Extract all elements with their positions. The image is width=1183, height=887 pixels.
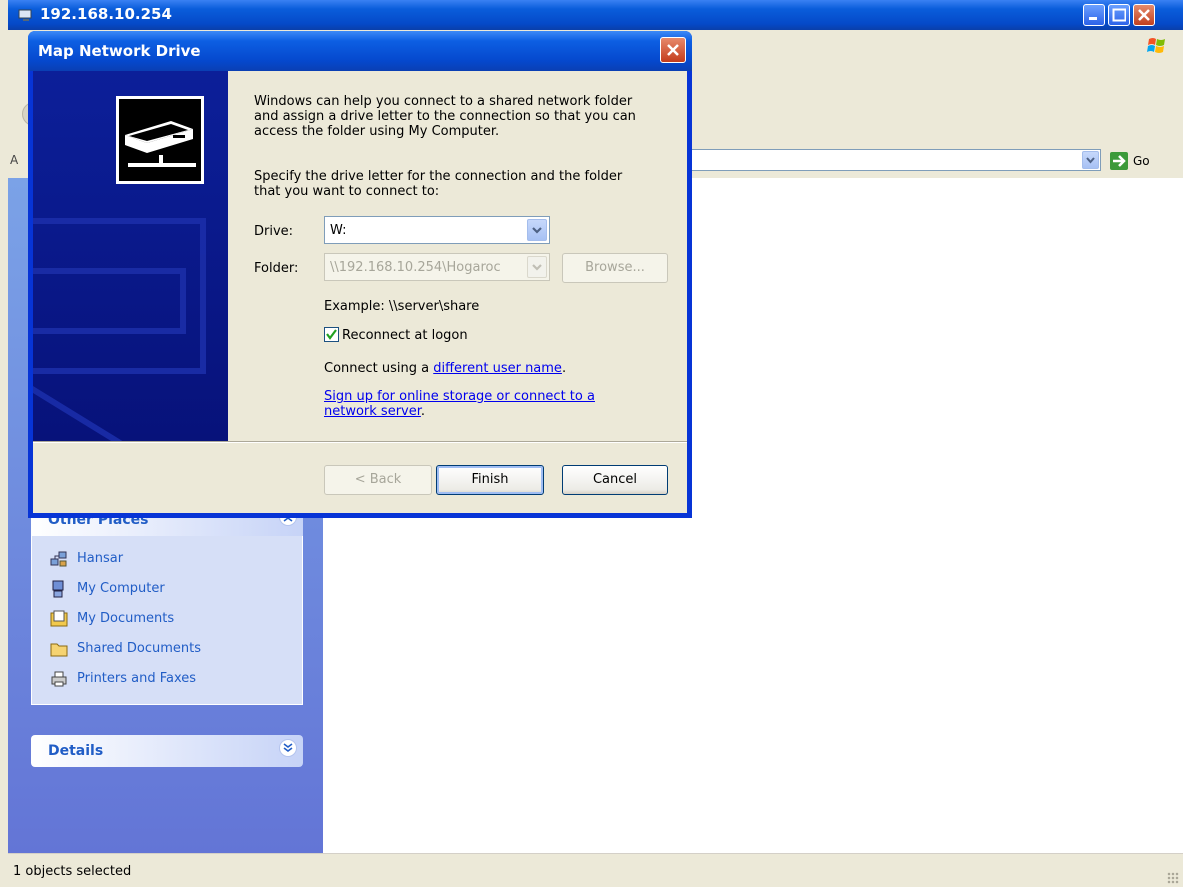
- finish-button[interactable]: Finish: [436, 465, 544, 495]
- address-dropdown-button[interactable]: [1082, 151, 1099, 169]
- drive-select[interactable]: W:: [324, 216, 550, 244]
- go-arrow-icon[interactable]: [1110, 152, 1128, 170]
- drive-label: Drive:: [254, 224, 294, 239]
- dialog-close-button[interactable]: [660, 37, 686, 63]
- example-text: Example: \\server\share: [324, 299, 480, 314]
- status-bar: 1 objects selected: [8, 853, 1183, 887]
- chevron-down-icon: [1086, 157, 1095, 164]
- place-label: Printers and Faxes: [77, 671, 197, 686]
- place-label: Shared Documents: [77, 641, 202, 656]
- intro-line-2: and assign a drive letter to the connect…: [254, 109, 636, 124]
- checkmark-icon: [326, 329, 337, 340]
- other-places-list: Hansar My Computer My Documents Shared D…: [31, 536, 303, 705]
- network-icon: [50, 551, 67, 567]
- maximize-icon: [1112, 8, 1126, 22]
- close-icon: [667, 44, 679, 56]
- place-label: Hansar: [77, 551, 124, 566]
- minimize-icon: [1089, 17, 1097, 20]
- close-icon: [1138, 9, 1150, 21]
- details-panel: Details: [31, 735, 303, 767]
- specify-line-1: Specify the drive letter for the connect…: [254, 169, 623, 184]
- different-user-name-link[interactable]: different user name: [433, 361, 562, 376]
- cancel-button[interactable]: Cancel: [562, 465, 668, 495]
- reconnect-label[interactable]: Reconnect at logon: [342, 328, 468, 343]
- status-text: 1 objects selected: [13, 864, 132, 879]
- connect-suffix: .: [561, 361, 567, 376]
- address-label: A: [10, 153, 19, 167]
- computer-icon: [52, 580, 64, 598]
- arrow-right-icon: [1113, 155, 1126, 167]
- dialog-title: Map Network Drive: [38, 42, 201, 60]
- folder-icon: [50, 643, 68, 657]
- network-server-link[interactable]: network server: [324, 404, 421, 419]
- connect-using-line: Connect using a different user name.: [324, 361, 566, 376]
- chevron-down-icon: [532, 227, 542, 234]
- specify-line-2: that you want to connect to:: [254, 184, 440, 199]
- network-drive-icon: [33, 71, 228, 441]
- dialog-title-bar[interactable]: Map Network Drive: [28, 31, 692, 71]
- place-shared-documents[interactable]: Shared Documents: [32, 634, 302, 664]
- chevron-down-icon: [283, 743, 293, 752]
- folder-select[interactable]: \\192.168.10.254\Hogaroc: [324, 253, 550, 281]
- expand-chevron-icon[interactable]: [279, 739, 297, 757]
- place-printers-and-faxes[interactable]: Printers and Faxes: [32, 664, 302, 694]
- browse-button[interactable]: Browse...: [562, 253, 668, 283]
- resize-grip-icon[interactable]: [1167, 872, 1179, 884]
- windows-logo-icon: [1147, 38, 1165, 53]
- signup-link-line-2: network server.: [324, 404, 425, 419]
- network-drive-icon: [18, 9, 32, 21]
- other-places-panel: Other Places Hansar My Computer My Docum…: [31, 504, 303, 705]
- signup-link[interactable]: Sign up for online storage or connect to…: [324, 389, 595, 404]
- minimize-button[interactable]: [1083, 4, 1105, 26]
- place-my-computer[interactable]: My Computer: [32, 574, 302, 604]
- intro-line-1: Windows can help you connect to a shared…: [254, 94, 633, 109]
- back-button[interactable]: < Back: [324, 465, 432, 495]
- details-title: Details: [48, 743, 104, 759]
- folder-label: Folder:: [254, 261, 299, 276]
- explorer-title-bar[interactable]: 192.168.10.254: [8, 0, 1183, 30]
- printer-icon: [51, 671, 67, 687]
- reconnect-checkbox[interactable]: [324, 327, 339, 342]
- map-network-drive-dialog: Map Network Drive Windows can help you c…: [28, 31, 692, 518]
- dialog-separator: [33, 441, 687, 443]
- place-label: My Computer: [77, 581, 165, 596]
- go-button-label[interactable]: Go: [1133, 154, 1150, 168]
- maximize-button[interactable]: [1108, 4, 1130, 26]
- signup-suffix: .: [420, 404, 426, 419]
- connect-prefix: Connect using a: [324, 361, 434, 376]
- place-my-documents[interactable]: My Documents: [32, 604, 302, 634]
- explorer-title: 192.168.10.254: [40, 5, 172, 23]
- chevron-down-icon: [532, 264, 542, 271]
- explorer-close-button[interactable]: [1133, 4, 1155, 26]
- drive-value: W:: [330, 223, 347, 238]
- dialog-body: Windows can help you connect to a shared…: [33, 71, 687, 513]
- intro-line-3: access the folder using My Computer.: [254, 124, 500, 139]
- details-header[interactable]: Details: [31, 735, 303, 767]
- signup-link-line-1: Sign up for online storage or connect to…: [324, 389, 595, 404]
- network-drive-illustration: [33, 71, 228, 441]
- drive-dropdown-button[interactable]: [527, 219, 547, 241]
- folder-dropdown-button[interactable]: [527, 256, 547, 278]
- place-label: My Documents: [77, 611, 175, 626]
- documents-icon: [50, 610, 68, 627]
- folder-value: \\192.168.10.254\Hogaroc: [330, 260, 501, 275]
- place-hansar[interactable]: Hansar: [32, 544, 302, 574]
